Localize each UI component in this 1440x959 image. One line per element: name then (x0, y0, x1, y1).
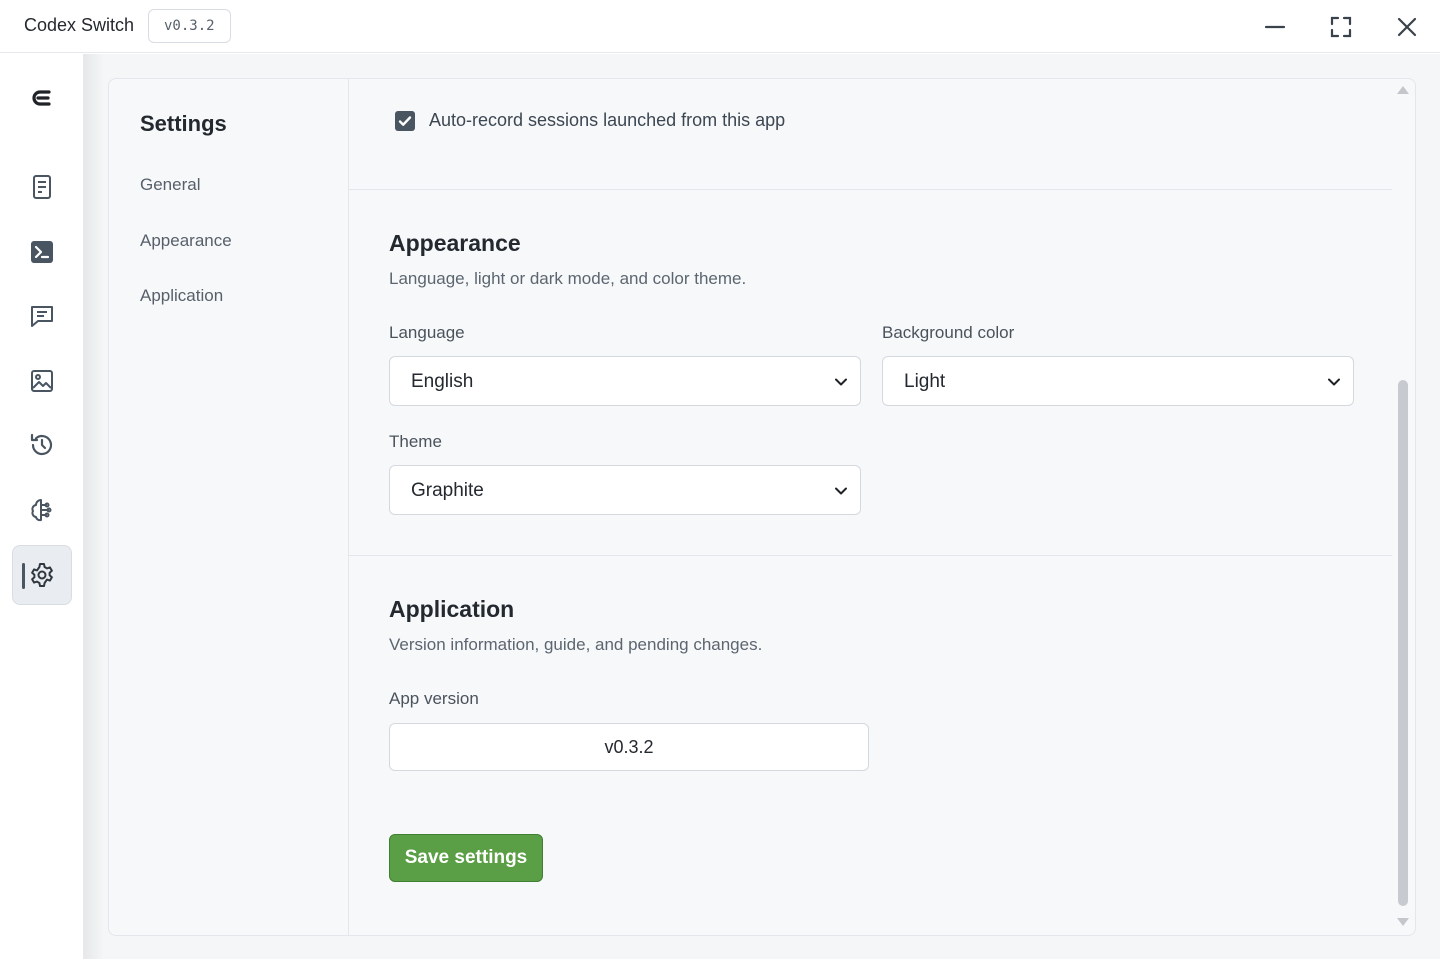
minimize-icon (1264, 25, 1286, 29)
rail-item-settings[interactable] (12, 545, 72, 605)
terminal-icon (31, 241, 53, 263)
maximize-button[interactable] (1324, 10, 1358, 44)
close-button[interactable] (1390, 10, 1424, 44)
chevron-down-icon (835, 378, 847, 386)
background-color-label: Background color (882, 323, 1015, 342)
theme-label: Theme (389, 432, 442, 451)
rail-item-chat[interactable] (12, 286, 72, 346)
background-color-select[interactable]: Light (882, 356, 1354, 406)
image-icon (31, 370, 53, 392)
checkmark-icon (398, 116, 412, 126)
scroll-up-arrow-icon[interactable] (1396, 84, 1410, 96)
settings-panel: Settings General Appearance Application … (108, 78, 1416, 936)
scrollbar-thumb[interactable] (1398, 380, 1408, 906)
theme-value: Graphite (411, 480, 484, 501)
appearance-description: Language, light or dark mode, and color … (389, 269, 747, 288)
auto-record-checkbox[interactable] (395, 111, 415, 131)
app-logo[interactable] (26, 84, 58, 112)
theme-select[interactable]: Graphite (389, 465, 861, 515)
language-value: English (411, 371, 474, 392)
background-color-value: Light (904, 371, 946, 392)
app-title: Codex Switch (24, 15, 135, 35)
chevron-down-icon (1328, 378, 1340, 386)
app-version-field: v0.3.2 (389, 723, 869, 771)
appearance-title: Appearance (389, 230, 521, 256)
rail-item-terminal[interactable] (12, 222, 72, 282)
title-bar: Codex Switch v0.3.2 (0, 0, 1440, 53)
history-icon (30, 433, 53, 456)
settings-icon (31, 563, 53, 587)
rail-item-history[interactable] (12, 415, 72, 475)
brain-icon (31, 499, 52, 522)
active-indicator (22, 563, 25, 589)
nav-item-general[interactable]: General (140, 175, 200, 195)
application-description: Version information, guide, and pending … (389, 635, 763, 654)
application-title: Application (389, 596, 515, 622)
section-divider (349, 189, 1392, 190)
close-icon (1397, 17, 1417, 37)
settings-nav: Settings General Appearance Application (109, 79, 349, 935)
version-badge: v0.3.2 (148, 9, 231, 43)
auto-record-label[interactable]: Auto-record sessions launched from this … (429, 110, 785, 131)
language-label: Language (389, 323, 465, 342)
chevron-down-icon (835, 487, 847, 495)
logo-icon (32, 90, 51, 106)
settings-content: Auto-record sessions launched from this … (349, 79, 1392, 935)
scroll-down-arrow-icon[interactable] (1396, 916, 1410, 928)
section-divider (349, 555, 1392, 556)
settings-title: Settings (140, 111, 227, 136)
language-select[interactable]: English (389, 356, 861, 406)
nav-item-application[interactable]: Application (140, 286, 223, 306)
rail-item-images[interactable] (12, 351, 72, 411)
app-version-label: App version (389, 689, 479, 708)
icon-rail (0, 54, 84, 959)
save-settings-button[interactable]: Save settings (389, 834, 543, 882)
rail-item-brain[interactable] (12, 480, 72, 540)
rail-shadow (84, 54, 104, 959)
nav-item-appearance[interactable]: Appearance (140, 231, 232, 251)
rail-item-documents[interactable] (12, 157, 72, 217)
maximize-icon (1330, 16, 1352, 38)
document-icon (33, 175, 51, 199)
minimize-button[interactable] (1258, 10, 1292, 44)
chat-icon (31, 306, 53, 327)
